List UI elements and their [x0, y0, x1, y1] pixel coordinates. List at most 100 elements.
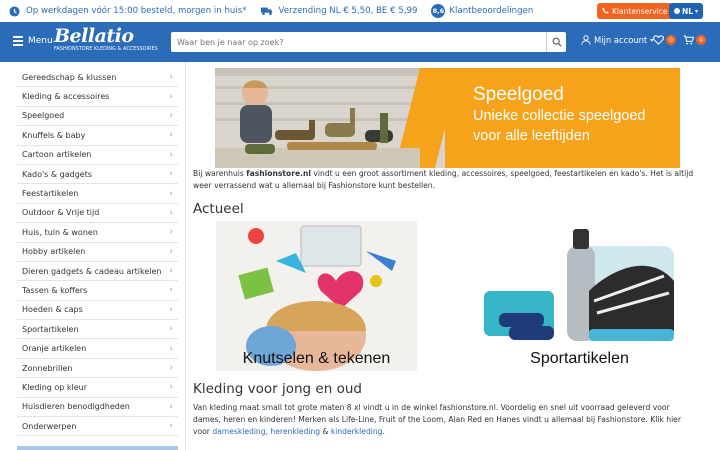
chevron-right-icon: ›: [169, 207, 173, 218]
chevron-right-icon: ›: [169, 246, 173, 257]
intro-brand: fashionstore.nl: [246, 169, 312, 178]
search-icon: [552, 37, 562, 47]
sidebar-item[interactable]: Kleding & accessoires ›: [17, 87, 178, 107]
sidebar-item[interactable]: Feestartikelen ›: [17, 184, 178, 204]
sidebar-banner: [17, 446, 178, 450]
sidebar-item[interactable]: Gereedschap & klussen ›: [17, 68, 178, 88]
kleding-end: .: [382, 427, 385, 436]
sidebar-item-label: Gereedschap & klussen: [22, 72, 117, 82]
chevron-right-icon: ›: [169, 304, 173, 315]
sidebar-item[interactable]: Onderwerpen ›: [17, 417, 178, 437]
language-select[interactable]: NL ▾: [669, 3, 703, 19]
chevron-right-icon: ›: [169, 130, 173, 141]
usp-bar: Op werkdagen vóór 15:00 besteld, morgen …: [0, 0, 720, 22]
sidebar-item[interactable]: Outdoor & Vrije tijd ›: [17, 204, 178, 224]
sidebar-item[interactable]: Sportartikelen ›: [17, 320, 178, 340]
main-header: Menu Bellatio FASHIONSTORE KLEDING & ACC…: [0, 22, 720, 62]
speelgoed-banner[interactable]: Speelgoed Unieke collectie speelgoed voo…: [215, 68, 680, 168]
kleding-heading: Kleding voor jong en oud: [193, 381, 362, 397]
banner-line2: voor alle leeftijden: [473, 128, 590, 144]
usp-shipping-text: Verzending NL € 5,50, BE € 5,99: [278, 6, 418, 16]
wishlist-button[interactable]: 0: [653, 35, 676, 45]
intro-text: Bij warenhuis fashionstore.nl vindt u ee…: [193, 168, 698, 192]
user-icon: [581, 35, 591, 45]
language-label: NL: [681, 6, 694, 16]
cart-button[interactable]: 0: [683, 35, 706, 45]
sidebar-item[interactable]: Kado's & gadgets ›: [17, 165, 178, 185]
menu-label: Menu: [28, 36, 53, 46]
kleding-sep2: &: [320, 427, 331, 436]
sidebar-item-label: Sportartikelen: [22, 324, 79, 334]
sidebar-item-label: Cartoon artikelen: [22, 150, 92, 160]
kleding-sep1: ,: [265, 427, 268, 436]
knutselen-image: [216, 221, 417, 371]
chevron-right-icon: ›: [169, 227, 173, 238]
sidebar-item-label: Hobby artikelen: [22, 247, 86, 257]
sidebar-item[interactable]: Knuffels & baby ›: [17, 126, 178, 146]
menu-button[interactable]: Menu: [13, 34, 53, 48]
tile-sportartikelen-label: Sportartikelen: [530, 350, 629, 367]
link-herenkleding[interactable]: herenkleding: [270, 427, 320, 436]
sidebar-item-label: Tassen & koffers: [22, 285, 88, 295]
sidebar-item[interactable]: Zonnebrillen ›: [17, 359, 178, 379]
sidebar-item[interactable]: Kleding op kleur ›: [17, 378, 178, 398]
intro-pre: Bij warenhuis: [193, 169, 247, 178]
usp-shipping: Verzending NL € 5,50, BE € 5,99: [260, 5, 418, 17]
sidebar-item-label: Kleding & accessoires: [22, 92, 110, 102]
link-kinderkleding[interactable]: kinderkleding: [331, 427, 383, 436]
sidebar-item-label: Dieren gadgets & cadeau artikelen: [22, 266, 162, 276]
logo-tagline: FASHIONSTORE KLEDING & ACCESSOIRES: [54, 47, 158, 52]
kleding-text: Van kleding maat small tot grote maten 8…: [193, 402, 698, 438]
flag-icon: [673, 8, 680, 14]
logo[interactable]: Bellatio FASHIONSTORE KLEDING & ACCESSOI…: [54, 26, 158, 52]
sidebar-item-label: Onderwerpen: [22, 421, 77, 431]
search-input[interactable]: [171, 32, 546, 52]
cart-count: 0: [696, 35, 706, 45]
chevron-right-icon: ›: [169, 343, 173, 354]
sidebar-item[interactable]: Huis, tuin & wonen ›: [17, 223, 178, 243]
sidebar-item-label: Speelgoed: [22, 111, 65, 121]
search-button[interactable]: [546, 32, 566, 52]
sidebar-item-label: Hoeden & caps: [22, 305, 83, 315]
sidebar-item[interactable]: Hobby artikelen ›: [17, 243, 178, 262]
sidebar-item[interactable]: Speelgoed ›: [17, 107, 178, 127]
sidebar-item[interactable]: Huisdieren benodigdheden ›: [17, 398, 178, 418]
usp-reviews-text[interactable]: Klantbeoordelingen: [449, 6, 533, 16]
tile-knutselen[interactable]: Knutselen & tekenen: [216, 221, 417, 371]
sidebar-item[interactable]: Tassen & koffers ›: [17, 281, 178, 301]
chevron-right-icon: ›: [169, 382, 173, 393]
wishlist-count: 0: [666, 35, 676, 45]
sport-image: [479, 221, 680, 371]
heart-icon: [653, 35, 664, 45]
tile-sportartikelen[interactable]: Sportartikelen: [479, 221, 680, 371]
chevron-right-icon: ›: [169, 285, 173, 296]
usp-delivery: Op werkdagen vóór 15:00 besteld, morgen …: [8, 5, 247, 17]
sidebar-item[interactable]: Cartoon artikelen ›: [17, 146, 178, 165]
customer-service-button[interactable]: Klantenservice: [597, 3, 673, 19]
chevron-right-icon: ›: [169, 421, 173, 432]
phone-icon: [602, 7, 609, 16]
banner-title: Speelgoed: [473, 84, 564, 105]
tile-knutselen-label: Knutselen & tekenen: [242, 350, 391, 367]
sidebar-item-label: Kado's & gadgets: [22, 169, 93, 179]
link-dameskleding[interactable]: dameskleding: [212, 427, 265, 436]
sidebar-item-label: Kleding op kleur: [22, 382, 88, 392]
account-menu[interactable]: Mijn account ▾: [581, 35, 653, 45]
customer-service-label: Klantenservice: [612, 6, 668, 16]
chevron-right-icon: ›: [169, 363, 173, 374]
chevron-right-icon: ›: [169, 149, 173, 160]
truck-icon: [260, 5, 273, 17]
sidebar-item-label: Zonnebrillen: [22, 363, 73, 373]
sidebar-item-label: Knuffels & baby: [22, 130, 86, 140]
sidebar-item[interactable]: Dieren gadgets & cadeau artikelen ›: [17, 262, 178, 282]
category-sidebar: Gereedschap & klussen › Kleding & accessoi…: [17, 68, 178, 437]
clock-icon: [8, 5, 20, 17]
logo-name: Bellatio: [54, 25, 134, 47]
sidebar-item[interactable]: Hoeden & caps ›: [17, 301, 178, 321]
usp-reviews[interactable]: 8,6 Klantbeoordelingen: [431, 4, 533, 18]
chevron-right-icon: ›: [169, 72, 173, 83]
chevron-right-icon: ›: [169, 91, 173, 102]
sidebar-item-label: Feestartikelen: [22, 189, 79, 199]
sidebar-item[interactable]: Oranje artikelen ›: [17, 339, 178, 359]
chevron-right-icon: ›: [169, 110, 173, 121]
